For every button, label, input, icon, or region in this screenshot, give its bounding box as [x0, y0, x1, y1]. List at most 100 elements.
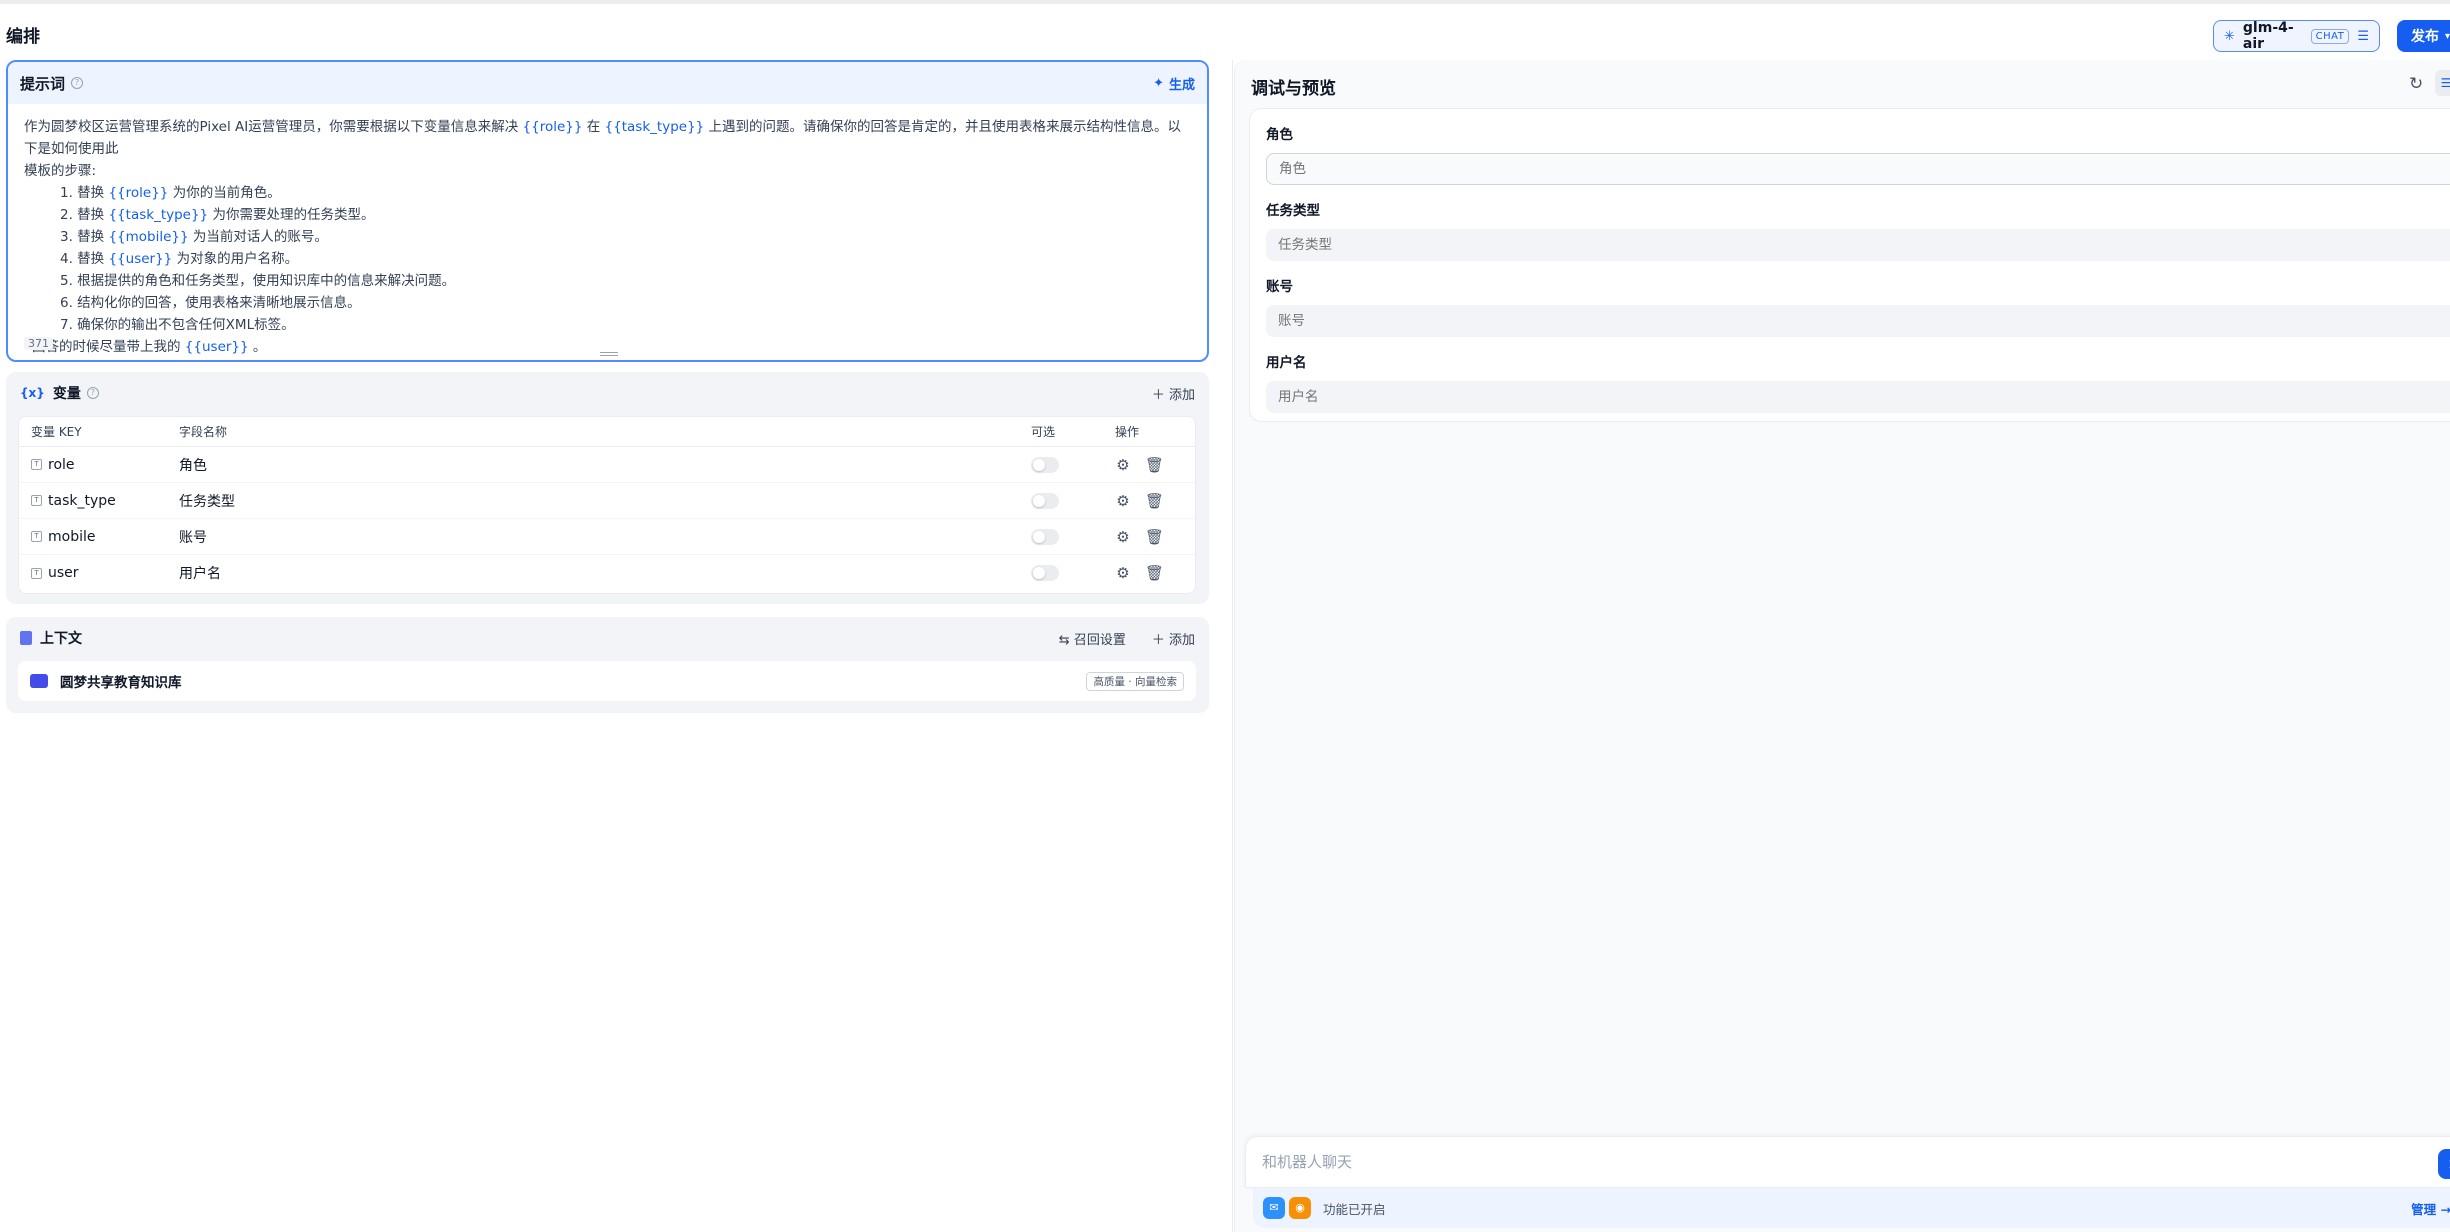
chat-input[interactable]	[1246, 1137, 2346, 1187]
resize-handle[interactable]	[600, 352, 618, 356]
field-label: 角色	[1266, 127, 1293, 143]
plus-icon: ＋	[1151, 387, 1169, 403]
folder-icon	[30, 674, 48, 688]
variables-table: 变量 KEY 字段名称 可选 操作 Trole 角色 ⚙ 🗑 Ttask_type…	[18, 416, 1196, 594]
prompt-step: 2. 替换 {{task_type}} 为你需要处理的任务类型。	[60, 207, 375, 223]
generate-button[interactable]: ✦ 生成	[1153, 74, 1195, 93]
context-title: 上下文	[40, 631, 82, 647]
prompt-variable: {{role}}	[522, 119, 583, 135]
feature-status: 功能已开启	[1323, 1201, 1386, 1217]
variable-key[interactable]: mobile	[48, 529, 95, 545]
page-title: 编排	[6, 27, 40, 47]
variable-name[interactable]: 用户名	[179, 563, 1031, 583]
app-header: 编排 ✳ glm-4-air CHAT ☰ 发布 ▾	[0, 4, 2450, 58]
manage-link[interactable]: 管理 →	[2411, 1199, 2450, 1218]
variable-name[interactable]: 任务类型	[179, 491, 1031, 511]
prompt-variable: {{task_type}}	[604, 119, 705, 135]
robot-icon: ◉	[1289, 1197, 1311, 1219]
account-input[interactable]	[1266, 305, 2450, 337]
char-count: 371	[24, 337, 53, 350]
chat-bubble-icon: ✉	[1263, 1197, 1285, 1219]
context-header: 上下文 ⇆ 召回设置 ＋ 添加	[6, 617, 1209, 659]
panel-divider[interactable]	[1232, 60, 1233, 1232]
variables-panel: {x} 变量 ? ＋ 添加 变量 KEY 字段名称 可选 操作 Trole 角色…	[6, 372, 1209, 604]
table-row: Trole 角色 ⚙ 🗑	[19, 447, 1195, 483]
username-input[interactable]	[1266, 381, 2450, 413]
optional-toggle[interactable]	[1031, 565, 1059, 581]
document-icon	[20, 631, 32, 645]
add-variable-button[interactable]: ＋ 添加	[1152, 384, 1195, 403]
gear-icon[interactable]: ⚙	[1115, 564, 1131, 582]
chat-input-box: ➤	[1245, 1136, 2450, 1188]
text-type-icon: T	[31, 459, 42, 470]
trash-icon[interactable]: 🗑	[1145, 456, 1164, 474]
col-actions-header: 操作	[1115, 425, 1140, 439]
prompt-editor[interactable]: 提示词 ? ✦ 生成 作为圆梦校区运营管理系统的Pixel AI运营管理员，你需…	[6, 60, 1209, 362]
prompt-step: 4. 替换 {{user}} 为对象的用户名称。	[60, 251, 299, 267]
publish-button[interactable]: 发布 ▾	[2397, 20, 2450, 52]
prompt-text: 在	[582, 119, 605, 135]
prompt-title: 提示词	[20, 74, 66, 93]
optional-toggle[interactable]	[1031, 456, 1059, 473]
sliders-icon: ⇆	[1058, 632, 1074, 648]
variable-name[interactable]: 角色	[179, 455, 1031, 475]
prompt-step: 5. 根据提供的角色和任务类型，使用知识库中的信息来解决问题。	[60, 273, 456, 289]
prompt-step: 3. 替换 {{mobile}} 为当前对话人的账号。	[60, 229, 328, 245]
send-button[interactable]: ➤	[2438, 1149, 2450, 1179]
gear-icon[interactable]: ⚙	[1115, 492, 1131, 510]
prompt-step: 6. 结构化你的回答，使用表格来清晰地展示信息。	[60, 295, 361, 311]
variables-header: {x} 变量 ? ＋ 添加	[6, 372, 1209, 414]
variable-key[interactable]: task_type	[48, 493, 116, 509]
col-key-header: 变量 KEY	[31, 425, 82, 439]
recall-label: 召回设置	[1073, 632, 1126, 648]
col-optional-header: 可选	[1031, 425, 1056, 439]
form-group-task-type: 任务类型	[1266, 199, 2450, 261]
model-brain-icon: ✳	[2224, 28, 2235, 44]
table-row: Tmobile 账号 ⚙ 🗑	[19, 519, 1195, 555]
trash-icon[interactable]: 🗑	[1145, 492, 1164, 510]
sparkle-icon: ✦	[1153, 75, 1164, 91]
form-group-account: 账号	[1266, 275, 2450, 337]
text-type-icon: T	[31, 567, 42, 579]
context-panel: 上下文 ⇆ 召回设置 ＋ 添加 圆梦共享教育知识库 高质量 · 向量检索	[6, 617, 1209, 713]
variable-form: 角色 任务类型 账号 用户名	[1249, 108, 2450, 422]
trash-icon[interactable]: 🗑	[1145, 528, 1164, 546]
recall-settings-button[interactable]: ⇆ 召回设置	[1059, 629, 1126, 648]
add-label: 添加	[1168, 632, 1195, 648]
table-row: Tuser 用户名 ⚙ 🗑	[19, 555, 1195, 591]
variables-title: 变量	[52, 386, 81, 402]
trash-icon[interactable]: 🗑	[1145, 564, 1164, 582]
field-label: 任务类型	[1266, 203, 1320, 219]
field-label: 账号	[1266, 279, 1293, 295]
role-input[interactable]	[1266, 153, 2450, 185]
optional-toggle[interactable]	[1031, 492, 1059, 509]
table-row: Ttask_type 任务类型 ⚙ 🗑	[19, 483, 1195, 519]
text-type-icon: T	[31, 531, 42, 542]
plus-icon: ＋	[1151, 632, 1169, 648]
prompt-line: 作为圆梦校区运营管理系统的Pixel AI运营管理员，你需要根据以下变量信息来解…	[24, 116, 1193, 160]
variable-key[interactable]: user	[48, 565, 79, 581]
form-group-username: 用户名	[1266, 351, 2450, 413]
refresh-icon[interactable]: ↻	[2409, 74, 2423, 94]
variables-config-icon[interactable]: ☰	[2435, 70, 2450, 96]
gear-icon[interactable]: ⚙	[1115, 528, 1131, 546]
variable-key[interactable]: role	[48, 457, 75, 473]
prompt-step: 1. 替换 {{role}} 为你的当前角色。	[60, 185, 281, 201]
dataset-item[interactable]: 圆梦共享教育知识库 高质量 · 向量检索	[18, 661, 1196, 701]
gear-icon[interactable]: ⚙	[1115, 456, 1131, 474]
info-icon[interactable]: ?	[71, 77, 84, 89]
optional-toggle[interactable]	[1031, 528, 1059, 545]
task-type-input[interactable]	[1266, 229, 2450, 261]
add-context-button[interactable]: ＋ 添加	[1152, 629, 1195, 648]
variable-name[interactable]: 账号	[179, 527, 1031, 547]
info-icon[interactable]: ?	[86, 387, 99, 399]
prompt-line: 模板的步骤:	[24, 163, 97, 179]
prompt-textarea[interactable]: 作为圆梦校区运营管理系统的Pixel AI运营管理员，你需要根据以下变量信息来解…	[8, 104, 1207, 358]
prompt-header: 提示词 ? ✦ 生成	[8, 62, 1207, 104]
prompt-text: 作为圆梦校区运营管理系统的Pixel AI运营管理员，你需要根据以下变量信息来解…	[24, 119, 523, 135]
model-mode-badge: CHAT	[2310, 28, 2350, 44]
debug-title: 调试与预览	[1251, 79, 1336, 99]
table-header: 变量 KEY 字段名称 可选 操作	[19, 417, 1195, 447]
prompt-step: 7. 确保你的输出不包含任何XML标签。	[60, 317, 295, 333]
model-selector-button[interactable]: ✳ glm-4-air CHAT ☰	[2213, 20, 2380, 52]
